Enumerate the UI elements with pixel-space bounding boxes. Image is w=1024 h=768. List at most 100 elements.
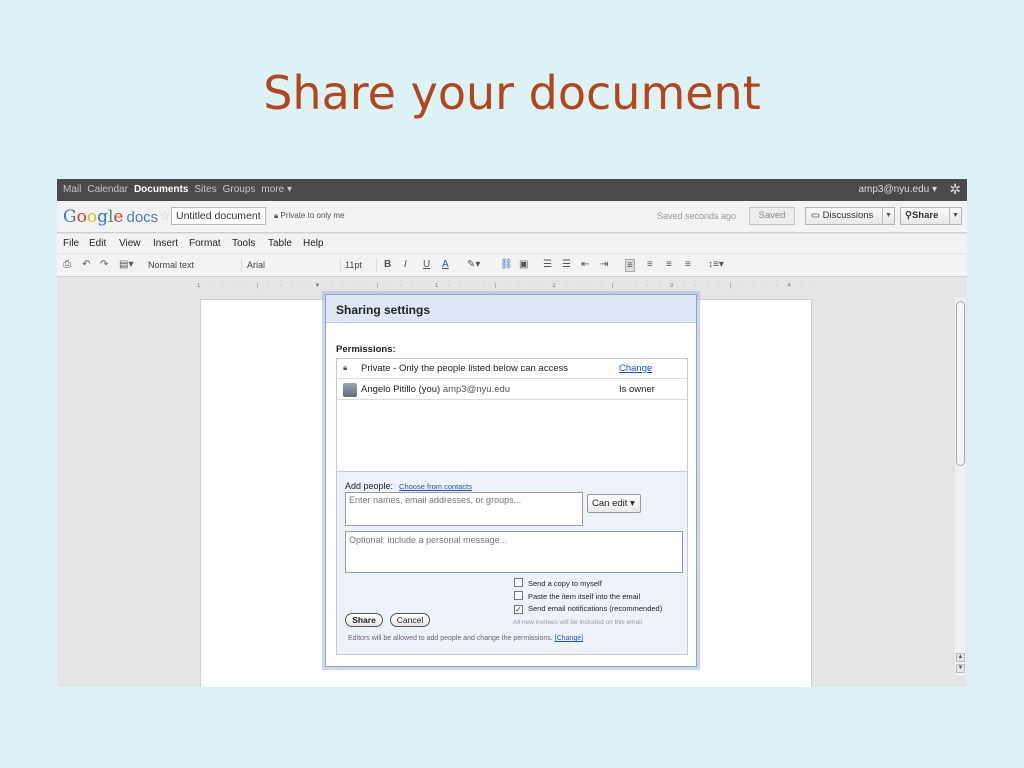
add-people-section: Add people: Choose from contacts Can edit… bbox=[336, 472, 688, 655]
justify-icon[interactable]: ≡ bbox=[685, 259, 691, 270]
add-people-label: Add people: Choose from contacts bbox=[345, 481, 472, 491]
gbar-link-more[interactable]: more ▾ bbox=[261, 184, 292, 195]
send-copy-label: Send a copy to myself bbox=[528, 579, 602, 588]
vertical-scrollbar[interactable]: ▲ ▼ bbox=[955, 297, 966, 675]
owner-email: amp3@nyu.edu bbox=[442, 384, 511, 395]
privacy-status[interactable]: 🔒︎ Private to only me bbox=[274, 211, 345, 221]
add-people-input[interactable] bbox=[345, 492, 583, 526]
font-size-select[interactable]: 11pt bbox=[343, 258, 377, 272]
discussions-button[interactable]: ▭ Discussions ▼ bbox=[805, 207, 895, 225]
gbar-link-groups[interactable]: Groups bbox=[223, 184, 256, 195]
share-button[interactable]: ⚲Share ▼ bbox=[900, 207, 962, 225]
send-copy-checkbox[interactable]: Send a copy to myself bbox=[514, 578, 602, 588]
gbar-link-mail[interactable]: Mail bbox=[63, 184, 81, 195]
privacy-text: Private to only me bbox=[280, 211, 345, 220]
personal-message-input[interactable] bbox=[345, 531, 683, 573]
change-editor-permissions-link[interactable]: [Change] bbox=[555, 635, 583, 642]
owner-role: Is owner bbox=[619, 384, 655, 395]
gbar-link-calendar[interactable]: Calendar bbox=[87, 184, 128, 195]
scrollbar-thumb[interactable] bbox=[956, 301, 965, 466]
share-icon: ⚲ bbox=[905, 210, 912, 221]
bulleted-list-icon[interactable]: ☰ bbox=[562, 259, 571, 270]
visibility-text: Private - Only the people listed below c… bbox=[361, 363, 568, 374]
discussions-label: Discussions bbox=[822, 210, 874, 221]
google-docs-screenshot: Mail Calendar Documents Sites Groups mor… bbox=[57, 179, 967, 687]
chevron-down-icon[interactable]: ▼ bbox=[882, 208, 894, 224]
bold-button[interactable]: B bbox=[384, 259, 391, 270]
menu-insert[interactable]: Insert bbox=[153, 238, 178, 249]
gbar-links: Mail Calendar Documents Sites Groups mor… bbox=[63, 184, 292, 195]
align-right-icon[interactable]: ≡ bbox=[666, 259, 672, 270]
gear-icon[interactable]: ✲ bbox=[949, 181, 961, 198]
italic-button[interactable]: I bbox=[404, 259, 407, 270]
send-notifications-checkbox[interactable]: ✓ Send email notifications (recommended) bbox=[514, 604, 662, 614]
change-visibility-link[interactable]: Change bbox=[619, 363, 652, 374]
paint-format-icon[interactable]: ▤▾ bbox=[119, 259, 133, 270]
link-icon[interactable]: ⛓ bbox=[500, 259, 513, 270]
print-icon[interactable]: ⎙ bbox=[63, 259, 71, 270]
permission-level-select[interactable]: Can edit ▾ bbox=[587, 494, 641, 513]
formatting-toolbar: ⎙ ↶ ↷ ▤▾ Normal text Arial 11pt B I U A … bbox=[57, 254, 967, 277]
menu-format[interactable]: Format bbox=[189, 238, 221, 249]
sharing-settings-dialog: Sharing settings Permissions: 🔒︎ Private… bbox=[325, 294, 697, 667]
doc-title-bar: Google docs ☆ Untitled document 🔒︎ Privat… bbox=[57, 201, 967, 233]
menu-edit[interactable]: Edit bbox=[89, 238, 106, 249]
logo-docs-text: docs bbox=[126, 209, 159, 226]
discussions-icon: ▭ bbox=[811, 210, 823, 221]
google-docs-logo[interactable]: Google docs bbox=[63, 207, 158, 227]
image-icon[interactable]: ▣ bbox=[519, 259, 528, 270]
decrease-indent-icon[interactable]: ⇤ bbox=[581, 259, 589, 270]
permissions-list: 🔒︎ Private - Only the people listed belo… bbox=[336, 358, 688, 472]
account-menu[interactable]: amp3@nyu.edu ▾ bbox=[858, 184, 937, 195]
menu-file[interactable]: File bbox=[63, 238, 79, 249]
google-bar: Mail Calendar Documents Sites Groups mor… bbox=[57, 179, 967, 201]
checkbox-unchecked[interactable] bbox=[514, 578, 523, 587]
numbered-list-icon[interactable]: ☰ bbox=[543, 259, 552, 270]
document-name[interactable]: Untitled document bbox=[171, 207, 266, 225]
redo-icon[interactable]: ↷ bbox=[100, 259, 108, 270]
highlight-icon[interactable]: ✎▾ bbox=[467, 259, 480, 270]
menu-table[interactable]: Table bbox=[268, 238, 292, 249]
permission-row-owner: Angelo Pitillo (you) amp3@nyu.edu Is own… bbox=[337, 380, 687, 400]
menu-view[interactable]: View bbox=[119, 238, 141, 249]
permission-row-visibility: 🔒︎ Private - Only the people listed belo… bbox=[337, 359, 687, 379]
paste-item-checkbox[interactable]: Paste the item itself into the email bbox=[514, 591, 640, 601]
cancel-button[interactable]: Cancel bbox=[390, 613, 430, 627]
choose-from-contacts-link[interactable]: Choose from contacts bbox=[399, 482, 472, 491]
avatar bbox=[343, 383, 357, 397]
editors-footnote: Editors will be allowed to add people an… bbox=[348, 635, 583, 642]
ruler[interactable]: 1 · · · · | · · · · ▼ · · · · | · · · · … bbox=[197, 283, 817, 291]
menu-tools[interactable]: Tools bbox=[232, 238, 255, 249]
menu-bar: File Edit View Insert Format Tools Table… bbox=[57, 234, 967, 253]
align-center-icon[interactable]: ≡ bbox=[647, 259, 653, 270]
invitee-note: All new invitees will be included on thi… bbox=[513, 619, 642, 626]
star-icon[interactable]: ☆ bbox=[159, 208, 171, 224]
checkbox-checked-icon[interactable]: ✓ bbox=[514, 605, 523, 614]
saved-button[interactable]: Saved bbox=[749, 207, 795, 225]
share-submit-button[interactable]: Share bbox=[345, 613, 383, 627]
scroll-down-icon[interactable]: ▼ bbox=[956, 664, 965, 673]
text-color-button[interactable]: A bbox=[442, 259, 449, 270]
add-people-text: Add people: bbox=[345, 481, 394, 491]
style-select[interactable]: Normal text bbox=[146, 258, 242, 272]
font-select[interactable]: Arial bbox=[245, 258, 341, 272]
owner-identity: Angelo Pitillo (you) amp3@nyu.edu bbox=[361, 384, 510, 395]
lock-icon: 🔒︎ bbox=[343, 363, 348, 372]
increase-indent-icon[interactable]: ⇥ bbox=[600, 259, 608, 270]
gbar-link-sites[interactable]: Sites bbox=[194, 184, 216, 195]
checkbox-unchecked[interactable] bbox=[514, 591, 523, 600]
send-notifications-label: Send email notifications (recommended) bbox=[528, 604, 663, 613]
owner-name: Angelo Pitillo (you) bbox=[361, 384, 441, 395]
save-status: Saved seconds ago bbox=[657, 211, 737, 221]
undo-icon[interactable]: ↶ bbox=[82, 259, 90, 270]
align-left-icon[interactable]: ≡ bbox=[625, 259, 635, 272]
chevron-down-icon[interactable]: ▼ bbox=[949, 208, 961, 224]
paste-item-label: Paste the item itself into the email bbox=[528, 592, 641, 601]
slide-title: Share your document bbox=[263, 66, 761, 120]
gbar-link-documents[interactable]: Documents bbox=[134, 184, 188, 195]
share-label: Share bbox=[911, 210, 939, 221]
line-spacing-icon[interactable]: ↕≡▾ bbox=[708, 259, 724, 270]
underline-button[interactable]: U bbox=[423, 259, 430, 270]
menu-help[interactable]: Help bbox=[303, 238, 324, 249]
scroll-up-icon[interactable]: ▲ bbox=[956, 653, 965, 662]
